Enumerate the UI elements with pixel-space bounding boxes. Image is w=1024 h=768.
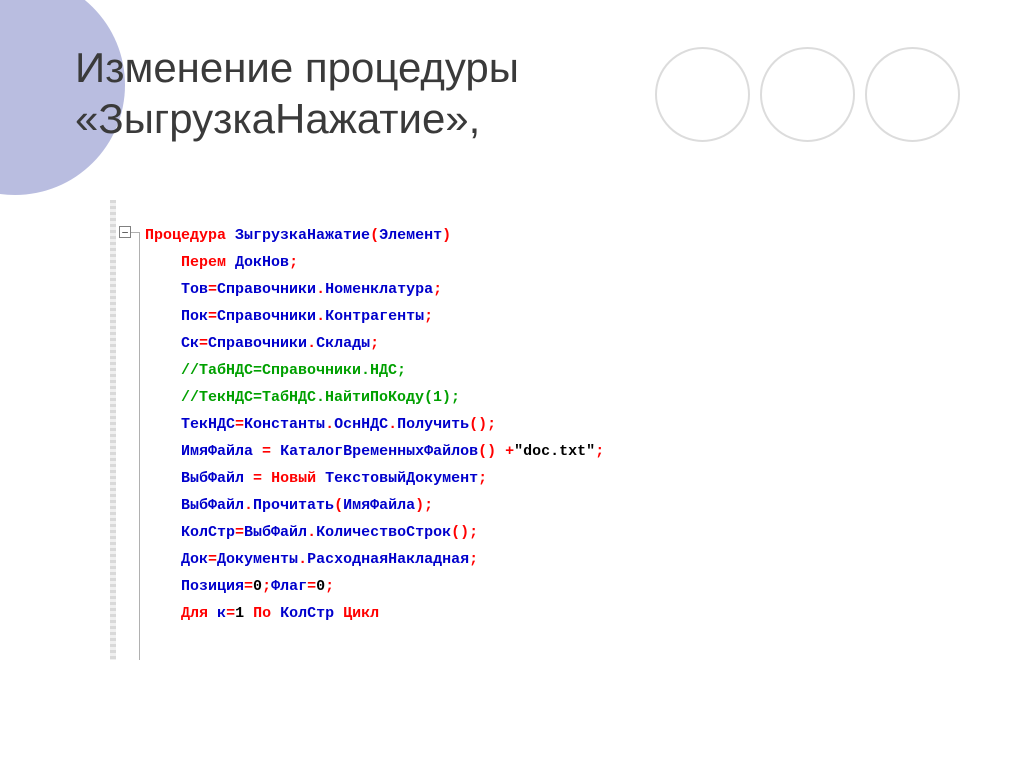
fold-toggle-icon[interactable]: − bbox=[119, 226, 131, 238]
code-line-12: КолСтр=ВыбФайл.КоличествоСтрок(); bbox=[145, 519, 604, 546]
code-line-14: Позиция=0;Флаг=0; bbox=[145, 573, 604, 600]
editor-marker-strip bbox=[110, 200, 116, 660]
code-line-2: Перем ДокНов; bbox=[145, 249, 604, 276]
decorative-circle-2 bbox=[760, 47, 855, 142]
code-line-13: Док=Документы.РасходнаяНакладная; bbox=[145, 546, 604, 573]
code-line-1: Процедура ЗыгрузкаНажатие(Элемент) bbox=[145, 222, 604, 249]
fold-guide-v bbox=[139, 232, 140, 660]
title-line1: Изменение процедуры bbox=[75, 44, 519, 91]
code-line-3: Тов=Справочники.Номенклатура; bbox=[145, 276, 604, 303]
code-line-11: ВыбФайл.Прочитать(ИмяФайла); bbox=[145, 492, 604, 519]
code-line-6: //ТабНДС=Справочники.НДС; bbox=[145, 357, 604, 384]
code-block: Процедура ЗыгрузкаНажатие(Элемент) Перем… bbox=[145, 222, 604, 627]
code-line-9: ИмяФайла = КаталогВременныхФайлов() +"do… bbox=[145, 438, 604, 465]
code-line-10: ВыбФайл = Новый ТекстовыйДокумент; bbox=[145, 465, 604, 492]
title-line2: «ЗыгрузкаНажатие», bbox=[75, 95, 480, 142]
slide-title: Изменение процедуры «ЗыгрузкаНажатие», bbox=[75, 42, 519, 144]
fold-guide-h bbox=[131, 232, 139, 233]
code-line-5: Ск=Справочники.Склады; bbox=[145, 330, 604, 357]
code-line-7: //ТекНДС=ТабНДС.НайтиПоКоду(1); bbox=[145, 384, 604, 411]
code-line-4: Пок=Справочники.Контрагенты; bbox=[145, 303, 604, 330]
code-line-8: ТекНДС=Константы.ОснНДС.Получить(); bbox=[145, 411, 604, 438]
decorative-circle-1 bbox=[655, 47, 750, 142]
decorative-circle-3 bbox=[865, 47, 960, 142]
code-line-15: Для к=1 По КолСтр Цикл bbox=[145, 600, 604, 627]
